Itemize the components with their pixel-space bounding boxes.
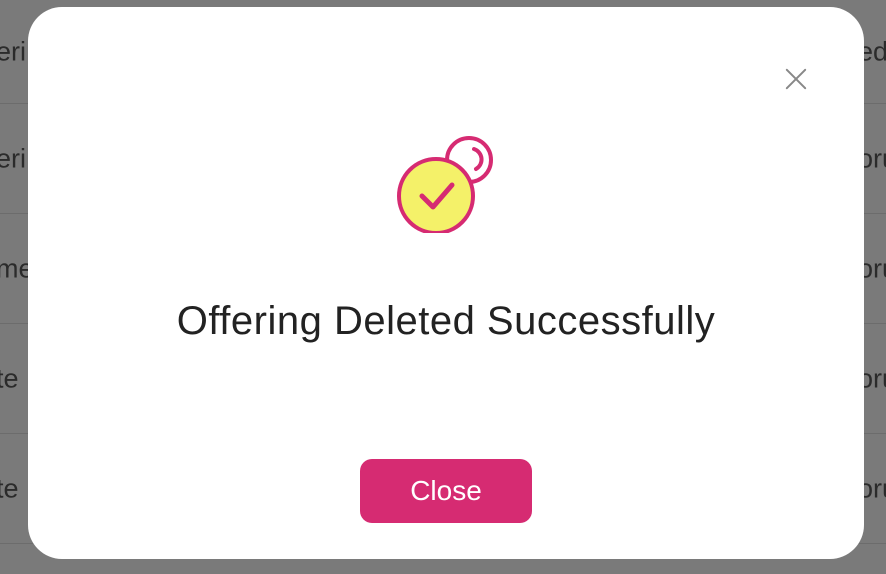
page: eri ed eri oru me oru te oru te oru — [0, 0, 886, 574]
success-check-icon — [397, 136, 493, 233]
table-cell: eri — [0, 36, 27, 66]
close-icon[interactable] — [784, 67, 808, 91]
table-cell: te — [0, 363, 19, 393]
success-modal: Offering Deleted Successfully Close — [28, 7, 864, 559]
close-button-label: Close — [410, 475, 482, 506]
close-button[interactable]: Close — [360, 459, 532, 523]
modal-title: Offering Deleted Successfully — [176, 299, 716, 343]
table-cell: eri — [0, 143, 27, 173]
table-cell: te — [0, 473, 19, 503]
